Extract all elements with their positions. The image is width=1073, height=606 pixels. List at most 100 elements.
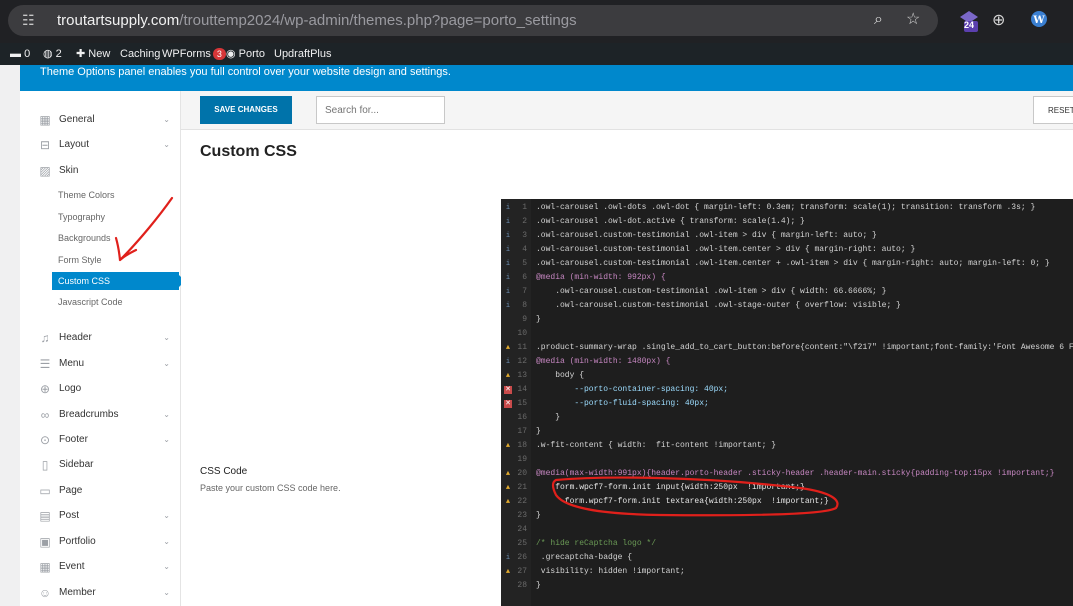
- line-number: 22: [517, 497, 527, 506]
- globe-icon[interactable]: ⊕: [992, 10, 1012, 30]
- line-number: 16: [517, 413, 527, 422]
- url-text[interactable]: troutartsupply.com/trouttemp2024/wp-admi…: [57, 12, 577, 29]
- code-line[interactable]: i 26 .grecaptcha-badge {: [501, 551, 1073, 565]
- code-text: .owl-carousel.custom-testimonial .owl-it…: [536, 245, 916, 254]
- code-line[interactable]: ▲ 18 .w-fit-content { width: fit-content !…: [501, 439, 1073, 453]
- sub-typography[interactable]: Typography: [58, 210, 105, 224]
- wpforms-item[interactable]: WPForms 3: [162, 48, 226, 60]
- nav-skin[interactable]: ▨ Skin: [38, 161, 178, 181]
- sidebar-icon: ▯: [41, 458, 49, 472]
- code-line[interactable]: ▲ 13 body {: [501, 369, 1073, 383]
- code-line[interactable]: ▲ 22 form.wpcf7-form.init textarea{width:…: [501, 495, 1073, 509]
- nav-post[interactable]: ▤ Post ⌄: [38, 506, 178, 526]
- link-icon: ∞: [40, 408, 50, 422]
- code-line[interactable]: 10: [501, 327, 1073, 341]
- code-line[interactable]: 16 }: [501, 411, 1073, 425]
- code-line[interactable]: i 6 @media (min-width: 992px) {: [501, 271, 1073, 285]
- sub-form-style[interactable]: Form Style: [58, 253, 102, 267]
- nav-sidebar[interactable]: ▯ Sidebar: [38, 455, 178, 475]
- code-line[interactable]: ✕ 15 --porto-fluid-spacing: 40px;: [501, 397, 1073, 411]
- code-line[interactable]: 24: [501, 523, 1073, 537]
- css-code-label: CSS Code: [200, 466, 248, 477]
- code-line[interactable]: i 1 .owl-carousel .owl-dots .owl-dot { mar…: [501, 201, 1073, 215]
- code-line[interactable]: ✕ 14 --porto-container-spacing: 40px;: [501, 383, 1073, 397]
- banner-text: Theme Options panel enables you full con…: [40, 66, 451, 78]
- svg-text:W: W: [1032, 15, 1045, 26]
- chevron-down-icon: ⌄: [163, 511, 170, 520]
- line-number: 20: [517, 469, 527, 478]
- code-text: --porto-fluid-spacing: 40px;: [536, 399, 709, 408]
- code-line[interactable]: 25 /* hide reCaptcha logo */: [501, 537, 1073, 551]
- caching-item[interactable]: Caching: [120, 48, 160, 60]
- wordpress-icon[interactable]: W: [1030, 10, 1050, 30]
- code-line[interactable]: 17}: [501, 425, 1073, 439]
- code-line[interactable]: i 12 @media (min-width: 1480px) {: [501, 355, 1073, 369]
- nav-event[interactable]: ▦ Event ⌄: [38, 557, 178, 577]
- chevron-down-icon: ⌄: [163, 562, 170, 571]
- sub-javascript-code[interactable]: Javascript Code: [58, 295, 123, 309]
- line-number: 18: [517, 441, 527, 450]
- comments-item[interactable]: ▬ 0: [10, 48, 30, 60]
- extension-icon[interactable]: 24: [958, 10, 978, 32]
- chevron-down-icon: ⌄: [163, 435, 170, 444]
- bookmark-star-icon[interactable]: ☆: [906, 11, 920, 29]
- code-line[interactable]: 19: [501, 453, 1073, 467]
- nav-logo[interactable]: ⊕ Logo: [38, 379, 178, 399]
- site-settings-icon[interactable]: ☷: [22, 13, 37, 28]
- code-line[interactable]: ▲ 11 .product-summary-wrap .single_add_to_…: [501, 341, 1073, 355]
- sub-theme-colors[interactable]: Theme Colors: [58, 188, 115, 202]
- extension-badge: 24: [964, 20, 975, 30]
- code-line[interactable]: 28}: [501, 579, 1073, 593]
- code-text: }: [536, 413, 561, 422]
- code-line[interactable]: ▲ 27 visibility: hidden !important;: [501, 565, 1073, 579]
- code-text: .owl-carousel.custom-testimonial .owl-it…: [536, 259, 1050, 268]
- code-line[interactable]: i 5 .owl-carousel.custom-testimonial .owl-…: [501, 257, 1073, 271]
- code-text: visibility: hidden !important;: [536, 567, 685, 576]
- css-code-description: Paste your custom CSS code here.: [200, 483, 341, 493]
- code-line[interactable]: ▲ 20 @media(max-width:991px){header.porto-…: [501, 467, 1073, 481]
- code-text: .owl-carousel.custom-testimonial .owl-it…: [536, 231, 877, 240]
- save-changes-button[interactable]: SAVE CHANGES: [200, 96, 292, 124]
- portfolio-icon: ▣: [39, 535, 51, 549]
- nav-portfolio[interactable]: ▣ Portfolio ⌄: [38, 532, 178, 552]
- zoom-icon[interactable]: ⌕: [874, 11, 883, 29]
- sub-custom-css[interactable]: Custom CSS: [52, 272, 185, 290]
- headphones-icon: ♫: [40, 331, 50, 345]
- member-icon: ☺: [38, 586, 52, 600]
- search-input[interactable]: [316, 96, 445, 124]
- code-text: .owl-carousel.custom-testimonial .owl-it…: [536, 287, 887, 296]
- reset-button[interactable]: RESET: [1033, 96, 1073, 124]
- code-line[interactable]: i8 .owl-carousel.custom-testimonial .owl…: [501, 299, 1073, 313]
- code-text: @media (min-width: 1480px) {: [536, 357, 671, 366]
- nav-layout[interactable]: ⊟ Layout ⌄: [38, 135, 178, 155]
- line-number: 27: [517, 567, 527, 576]
- nav-page[interactable]: ▭ Page: [38, 481, 178, 501]
- updraftplus-item[interactable]: UpdraftPlus: [274, 48, 331, 60]
- line-number: 23: [517, 511, 527, 520]
- code-line[interactable]: ▲ 21 form.wpcf7-form.init input{width:250…: [501, 481, 1073, 495]
- nav-footer[interactable]: ⊙ Footer ⌄: [38, 430, 178, 450]
- code-text: }: [536, 511, 541, 520]
- address-bar[interactable]: ☷ troutartsupply.com/trouttemp2024/wp-ad…: [8, 5, 938, 36]
- sub-backgrounds[interactable]: Backgrounds: [58, 231, 111, 245]
- nav-menu[interactable]: ☰ Menu ⌄: [38, 354, 178, 374]
- nav-header[interactable]: ♫ Header ⌄: [38, 328, 178, 348]
- code-line[interactable]: i7 .owl-carousel.custom-testimonial .owl…: [501, 285, 1073, 299]
- new-content-item[interactable]: ✚ New: [76, 48, 110, 60]
- line-number: 21: [517, 483, 527, 492]
- nav-breadcrumbs[interactable]: ∞ Breadcrumbs ⌄: [38, 405, 178, 425]
- line-number: 26: [517, 553, 527, 562]
- code-line[interactable]: i 3 .owl-carousel.custom-testimonial .owl-…: [501, 229, 1073, 243]
- nav-member[interactable]: ☺ Member ⌄: [38, 583, 178, 603]
- calendar-icon: ▦: [39, 560, 51, 574]
- porto-item[interactable]: ◉ Porto: [226, 48, 265, 60]
- chevron-down-icon: ⌄: [163, 410, 170, 419]
- css-code-editor[interactable]: i 1 .owl-carousel .owl-dots .owl-dot { mar…: [501, 199, 1073, 606]
- code-line[interactable]: i 2 .owl-carousel .owl-dot.active { transf…: [501, 215, 1073, 229]
- nav-general[interactable]: ▦ General ⌄: [38, 110, 178, 130]
- code-line[interactable]: 23}: [501, 509, 1073, 523]
- updates-item[interactable]: ◍ 2: [43, 48, 62, 60]
- code-line[interactable]: 9}: [501, 313, 1073, 327]
- code-line[interactable]: i 4 .owl-carousel.custom-testimonial .owl-…: [501, 243, 1073, 257]
- browser-toolbar: ☷ troutartsupply.com/trouttemp2024/wp-ad…: [0, 0, 1073, 43]
